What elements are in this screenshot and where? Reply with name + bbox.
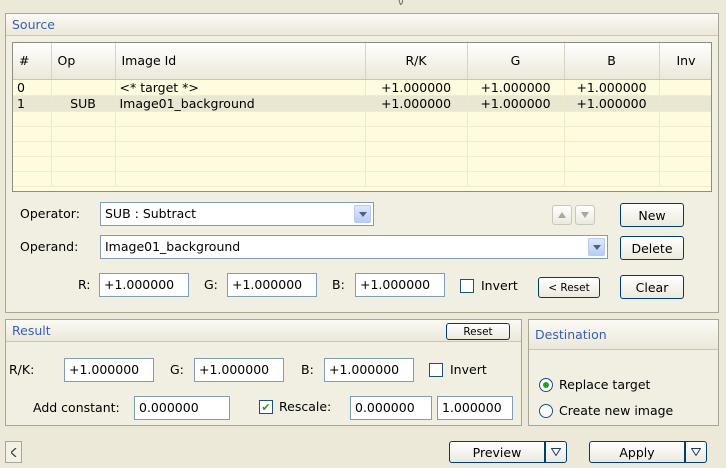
rk-label: R/K: — [9, 362, 35, 377]
top-marker: ν — [398, 0, 404, 8]
result-panel: Result Reset R/K: +1.000000 G: +1.000000… — [5, 319, 522, 426]
operand-value: Image01_background — [105, 239, 241, 254]
column-header[interactable]: G — [467, 43, 565, 80]
row-g: +1.000000 — [467, 95, 565, 112]
row-rk: +1.000000 — [365, 95, 468, 112]
preview-button[interactable]: Preview — [449, 441, 545, 463]
row-op — [51, 79, 116, 96]
chevron-down-icon[interactable] — [354, 205, 371, 223]
delete-button[interactable]: Delete — [620, 236, 684, 260]
move-down-button[interactable] — [575, 205, 595, 225]
chevron-down-icon — [691, 448, 701, 456]
create-new-image-radio[interactable] — [539, 404, 553, 418]
destination-panel-title: Destination — [529, 320, 718, 350]
g-label: G: — [204, 277, 218, 292]
move-up-button[interactable] — [552, 205, 572, 225]
source-panel-title: Source — [6, 14, 718, 36]
scroll-left-button[interactable] — [5, 441, 22, 463]
b-input[interactable]: +1.000000 — [355, 273, 445, 297]
rescale-label: Rescale: — [279, 399, 332, 414]
row-op: SUB — [51, 95, 116, 112]
row-b: +1.000000 — [564, 95, 660, 112]
rescale-checkbox[interactable]: ✔ — [259, 400, 273, 414]
arrow-up-icon — [558, 212, 566, 218]
apply-dropdown-button[interactable] — [685, 441, 707, 463]
r-input[interactable]: +1.000000 — [99, 273, 189, 297]
invert-checkbox[interactable] — [460, 279, 474, 293]
column-header[interactable]: R/K — [365, 43, 468, 80]
row-image-id: Image01_background — [115, 95, 366, 112]
operator-label: Operator: — [20, 206, 80, 221]
chevron-left-icon — [10, 447, 16, 457]
table-row[interactable]: 0 <* target *> +1.000000 +1.000000 +1.00… — [13, 79, 711, 96]
arrow-down-icon — [581, 212, 589, 218]
chevron-down-icon[interactable] — [588, 238, 605, 256]
table-row[interactable]: 1 SUB Image01_background +1.000000 +1.00… — [13, 95, 711, 112]
row-b: +1.000000 — [564, 79, 660, 96]
result-rk-input[interactable]: +1.000000 — [64, 358, 154, 382]
result-panel-title: Result — [6, 320, 521, 342]
source-panel: Source # Op Image Id R/K G B Inv 0 <* ta… — [5, 13, 719, 313]
result-invert-checkbox[interactable] — [429, 363, 443, 377]
empty-row — [13, 111, 711, 127]
empty-row — [13, 141, 711, 157]
row-rk: +1.000000 — [365, 79, 468, 96]
new-button[interactable]: New — [620, 203, 684, 227]
clear-button[interactable]: Clear — [620, 275, 684, 299]
result-g-input[interactable]: +1.000000 — [194, 358, 284, 382]
destination-panel: Destination Replace target Create new im… — [528, 319, 719, 426]
rescale-min-input[interactable]: 0.000000 — [350, 396, 432, 420]
result-g-label: G: — [170, 362, 184, 377]
add-constant-label: Add constant: — [33, 400, 120, 415]
b-label: B: — [332, 277, 345, 292]
column-header[interactable]: Op — [51, 43, 116, 80]
empty-row — [13, 126, 711, 142]
row-number: 1 — [13, 95, 52, 112]
row-number: 0 — [13, 79, 52, 96]
operator-combo[interactable]: SUB : Subtract — [100, 202, 374, 226]
operand-combo[interactable]: Image01_background — [100, 235, 608, 259]
result-b-label: B: — [301, 362, 314, 377]
source-grid[interactable]: # Op Image Id R/K G B Inv 0 <* target *>… — [12, 42, 712, 192]
apply-button[interactable]: Apply — [589, 441, 685, 463]
r-label: R: — [78, 277, 91, 292]
source-grid-header: # Op Image Id R/K G B Inv — [13, 43, 711, 80]
operand-label: Operand: — [20, 239, 79, 254]
column-header[interactable]: Image Id — [115, 43, 366, 80]
add-constant-input[interactable]: 0.000000 — [134, 396, 230, 420]
rescale-max-input[interactable]: 1.000000 — [437, 396, 513, 420]
row-image-id: <* target *> — [115, 79, 366, 96]
replace-target-label: Replace target — [559, 377, 651, 392]
source-reset-button[interactable]: < Reset — [538, 277, 600, 298]
chevron-down-icon — [551, 448, 561, 456]
empty-row — [13, 171, 711, 187]
row-g: +1.000000 — [467, 79, 565, 96]
create-new-image-label: Create new image — [559, 403, 674, 418]
invert-label: Invert — [481, 278, 518, 293]
result-invert-label: Invert — [450, 362, 487, 377]
column-header[interactable]: Inv — [659, 43, 711, 80]
replace-target-radio[interactable] — [539, 378, 553, 392]
g-input[interactable]: +1.000000 — [227, 273, 317, 297]
column-header[interactable]: B — [564, 43, 660, 80]
empty-row — [13, 156, 711, 172]
result-reset-button[interactable]: Reset — [446, 323, 510, 340]
row-inv — [659, 79, 711, 96]
preview-dropdown-button[interactable] — [545, 441, 567, 463]
result-b-input[interactable]: +1.000000 — [324, 358, 414, 382]
row-inv — [659, 95, 711, 112]
operator-value: SUB : Subtract — [105, 206, 197, 221]
column-header[interactable]: # — [13, 43, 52, 80]
